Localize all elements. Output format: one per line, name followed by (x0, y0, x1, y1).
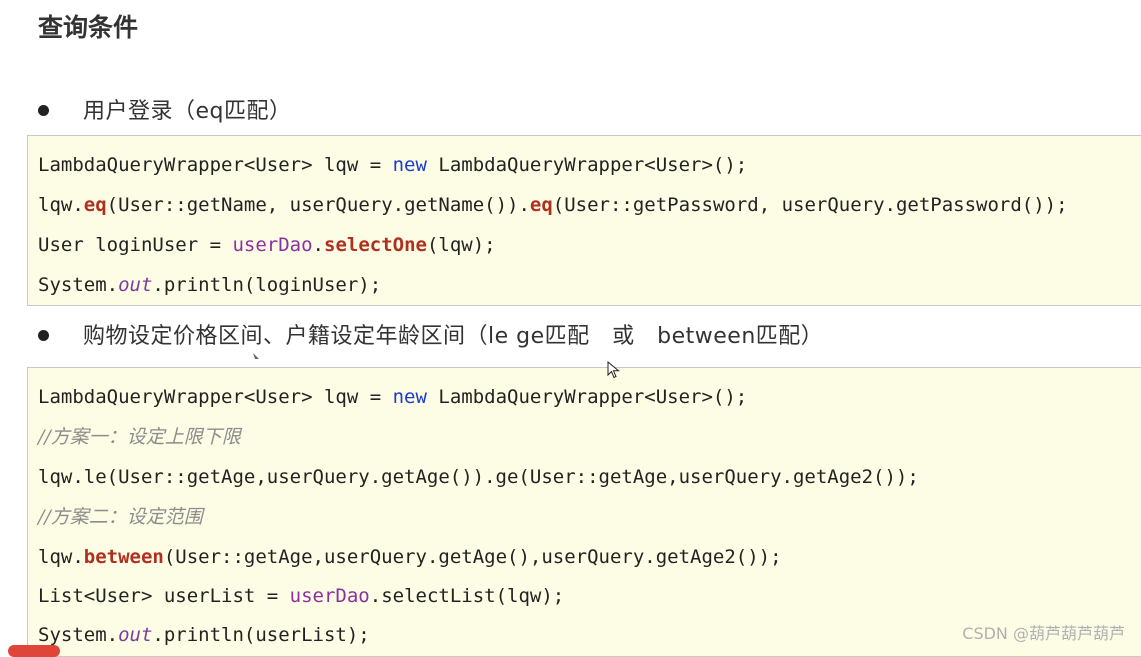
bullet-item-login: 用户登录（eq匹配） (38, 92, 292, 132)
code-line: System.out.println(loginUser); (38, 270, 381, 300)
code-line: LambdaQueryWrapper<User> lqw = new Lambd… (38, 150, 747, 180)
code-block-range: LambdaQueryWrapper<User> lqw = new Lambd… (27, 367, 1141, 657)
code-token: (lqw); (426, 234, 496, 256)
code-token: (User::getPassword, userQuery.getPasswor… (552, 194, 1068, 216)
code-token: lqw. (38, 194, 84, 216)
code-token: (User::getAge,userQuery.getAge(),userQue… (163, 546, 782, 568)
code-token: System. (38, 624, 119, 646)
code-token: between (83, 546, 164, 568)
code-token: selectOne (324, 234, 427, 256)
mark-icon (253, 353, 259, 359)
mouse-pointer-icon (607, 361, 620, 379)
bullet-label: 用户登录（eq匹配） (83, 99, 292, 124)
code-token: List<User> userList = (38, 585, 290, 607)
code-line: lqw.between(User::getAge,userQuery.getAg… (38, 542, 782, 572)
page-title: 查询条件 (38, 13, 139, 42)
code-token: eq (529, 194, 553, 216)
code-token: lqw. (38, 546, 84, 568)
code-token: System. (38, 274, 119, 296)
code-line: List<User> userList = userDao.selectList… (38, 581, 564, 611)
code-line: User loginUser = userDao.selectOne(lqw); (38, 230, 496, 260)
bullet-label: 购物设定价格区间、户籍设定年龄区间（le ge匹配 或 between匹配） (83, 324, 824, 349)
code-line: lqw.eq(User::getName, userQuery.getName(… (38, 190, 1068, 220)
code-token: . (312, 234, 324, 256)
code-token: new (392, 154, 427, 176)
code-block-login: LambdaQueryWrapper<User> lqw = new Lambd… (27, 135, 1141, 306)
code-token: new (392, 386, 427, 408)
code-token: //方案二：设定范围 (38, 506, 203, 528)
code-token: userDao (289, 585, 370, 607)
watermark: CSDN @葫芦葫芦葫芦 (962, 624, 1125, 643)
code-token: //方案一：设定上限下限 (38, 426, 241, 448)
code-token: User loginUser = (38, 234, 233, 256)
code-token: .println(userList); (152, 624, 370, 646)
code-token: eq (83, 194, 107, 216)
code-line: lqw.le(User::getAge,userQuery.getAge()).… (38, 462, 919, 492)
code-line: LambdaQueryWrapper<User> lqw = new Lambd… (38, 382, 747, 412)
code-token: .selectList(lqw); (369, 585, 565, 607)
bullet-item-range: 购物设定价格区间、户籍设定年龄区间（le ge匹配 或 between匹配） (38, 317, 823, 357)
code-token: LambdaQueryWrapper<User> lqw = (38, 154, 393, 176)
code-line: //方案二：设定范围 (38, 502, 203, 532)
bullet-dot-icon (38, 329, 49, 341)
code-token: (User::getName, userQuery.getName()). (106, 194, 530, 216)
code-token: LambdaQueryWrapper<User>(); (426, 386, 748, 408)
code-token: LambdaQueryWrapper<User> lqw = (38, 386, 393, 408)
code-token: .println(loginUser); (152, 274, 382, 296)
code-line: //方案一：设定上限下限 (38, 422, 241, 452)
code-token: LambdaQueryWrapper<User>(); (426, 154, 748, 176)
code-line: System.out.println(userList); (38, 620, 370, 650)
code-token: userDao (232, 234, 313, 256)
code-token: lqw.le(User::getAge,userQuery.getAge()).… (38, 466, 919, 488)
corner-badge (8, 645, 60, 657)
code-token: out (118, 274, 153, 296)
code-token: out (118, 624, 153, 646)
bullet-dot-icon (38, 104, 49, 116)
